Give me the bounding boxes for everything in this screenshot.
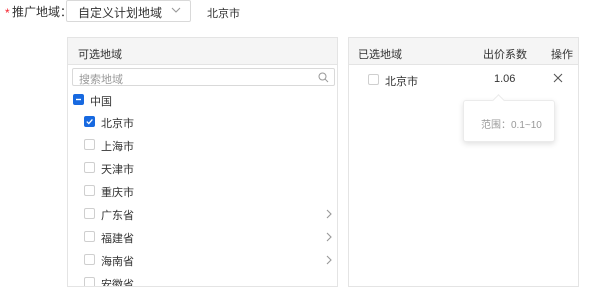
tree-item-fujian[interactable]: 福建省 <box>68 225 337 248</box>
selected-region-summary: 北京市 <box>207 8 240 20</box>
region-field-label: 推广地域： <box>12 5 73 19</box>
tree-item-label: 福建省 <box>101 233 134 245</box>
tooltip-arrow <box>492 94 505 107</box>
tree-item-label: 天津市 <box>101 164 134 176</box>
tree-item-label: 海南省 <box>101 256 134 268</box>
action-column-header: 操作 <box>551 49 573 61</box>
tooltip-text: 范围：0.1~10 <box>481 120 542 131</box>
tree-item-label: 广东省 <box>101 210 134 222</box>
available-regions-panel: 可选地域 搜索地域 中国 北京市 上海市 天津市 重庆市 广东省 福建省 海南省… <box>67 37 338 287</box>
bid-coefficient-value[interactable]: 1.06 <box>494 73 515 85</box>
chevron-right-icon[interactable] <box>325 209 333 219</box>
checked-checkbox[interactable] <box>84 116 95 127</box>
selected-regions-panel: 已选地域 出价系数 操作 北京市 1.06 范围：0.1~10 <box>348 37 579 287</box>
selected-region-column-header: 已选地域 <box>358 49 402 61</box>
tree-item-label: 上海市 <box>101 141 134 153</box>
selected-regions-header: 已选地域 出价系数 操作 <box>349 38 578 65</box>
coefficient-range-tooltip: 范围：0.1~10 <box>463 94 555 142</box>
required-mark: * <box>5 6 10 20</box>
tree-root-china[interactable]: 中国 <box>68 88 337 111</box>
selected-region-label: 北京市 <box>385 76 418 88</box>
tree-item-label: 北京市 <box>101 118 134 130</box>
region-search-input[interactable]: 搜索地域 <box>72 68 335 86</box>
tree-item-guangdong[interactable]: 广东省 <box>68 202 337 225</box>
tree-item-anhui[interactable]: 安徽省 <box>68 271 337 286</box>
available-regions-header: 可选地域 <box>68 38 337 65</box>
partial-checkbox[interactable] <box>73 94 84 105</box>
checkbox[interactable] <box>368 74 379 85</box>
checkbox[interactable] <box>84 139 95 150</box>
tree-root-label: 中国 <box>90 96 112 108</box>
tree-item-tianjin[interactable]: 天津市 <box>68 156 337 179</box>
selected-row-beijing: 北京市 1.06 <box>349 68 578 92</box>
available-regions-title: 可选地域 <box>78 49 122 61</box>
tree-item-beijing[interactable]: 北京市 <box>68 110 337 133</box>
checkbox[interactable] <box>84 208 95 219</box>
tree-item-shanghai[interactable]: 上海市 <box>68 133 337 156</box>
search-placeholder: 搜索地域 <box>79 74 123 86</box>
checkbox[interactable] <box>84 277 95 286</box>
checkbox[interactable] <box>84 185 95 196</box>
region-type-select-value: 自定义计划地域 <box>78 6 163 20</box>
chevron-right-icon[interactable] <box>325 255 333 265</box>
checkbox[interactable] <box>84 162 95 173</box>
chevron-down-icon[interactable] <box>170 4 182 16</box>
tree-item-label: 重庆市 <box>101 187 134 199</box>
tree-item-chongqing[interactable]: 重庆市 <box>68 179 337 202</box>
close-icon[interactable] <box>552 72 564 84</box>
search-icon[interactable] <box>318 72 329 83</box>
chevron-right-icon[interactable] <box>325 232 333 242</box>
checkbox[interactable] <box>84 231 95 242</box>
checkbox[interactable] <box>84 254 95 265</box>
bid-coefficient-column-header: 出价系数 <box>483 49 527 61</box>
tree-item-hainan[interactable]: 海南省 <box>68 248 337 271</box>
tree-item-label: 安徽省 <box>101 279 134 286</box>
